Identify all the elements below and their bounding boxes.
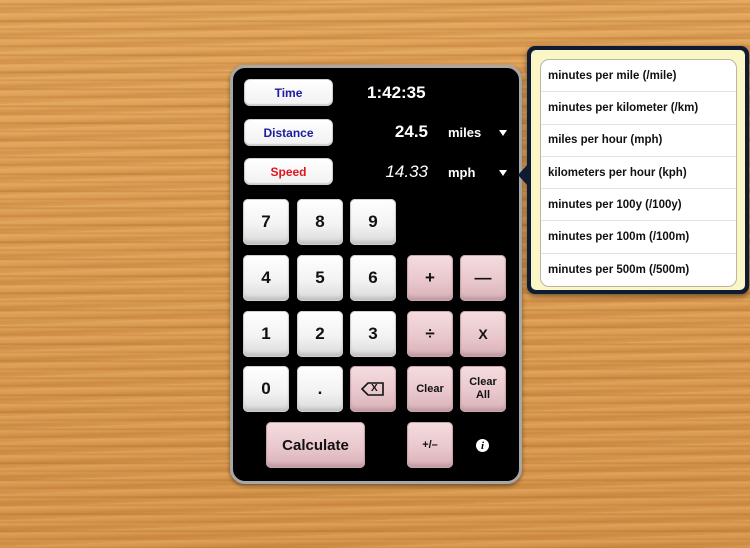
backspace-button[interactable]: X bbox=[350, 366, 396, 412]
distance-value: 24.5 bbox=[394, 122, 428, 141]
speed-unit-popover: minutes per mile (/mile) minutes per kil… bbox=[518, 46, 749, 294]
backspace-icon-glyph: X bbox=[371, 383, 378, 394]
clear-button[interactable]: Clear bbox=[407, 366, 453, 412]
key-decimal[interactable]: . bbox=[297, 366, 343, 412]
time-value: 1:42:35 bbox=[367, 83, 426, 102]
time-button[interactable]: Time bbox=[244, 79, 333, 106]
clear-all-line1: Clear bbox=[469, 376, 497, 388]
info-icon[interactable]: i bbox=[476, 439, 489, 452]
key-4[interactable]: 4 bbox=[243, 255, 289, 301]
speed-unit-chevron-down-icon[interactable] bbox=[499, 170, 507, 176]
key-1[interactable]: 1 bbox=[243, 311, 289, 357]
backspace-icon: X bbox=[361, 382, 385, 396]
key-7[interactable]: 7 bbox=[243, 199, 289, 245]
speed-unit-option-min-per-km[interactable]: minutes per kilometer (/km) bbox=[541, 92, 736, 125]
time-button-label: Time bbox=[274, 85, 303, 100]
calculator-panel: Time 1:42:35 Distance 24.5 miles Speed 1… bbox=[230, 65, 522, 484]
speed-unit-option-min-per-500m[interactable]: minutes per 500m (/500m) bbox=[541, 254, 736, 286]
key-3[interactable]: 3 bbox=[350, 311, 396, 357]
speed-button-label: Speed bbox=[270, 164, 307, 179]
distance-button-label: Distance bbox=[263, 125, 314, 140]
calculate-button[interactable]: Calculate bbox=[266, 422, 365, 468]
speed-unit-option-min-per-100m[interactable]: minutes per 100m (/100m) bbox=[541, 221, 736, 254]
key-5[interactable]: 5 bbox=[297, 255, 343, 301]
clear-all-line2: All bbox=[475, 389, 491, 401]
speed-unit-option-min-per-100y[interactable]: minutes per 100y (/100y) bbox=[541, 189, 736, 222]
key-6[interactable]: 6 bbox=[350, 255, 396, 301]
key-2[interactable]: 2 bbox=[297, 311, 343, 357]
speed-unit-option-mph[interactable]: miles per hour (mph) bbox=[541, 125, 736, 157]
minus-button[interactable]: — bbox=[460, 255, 506, 301]
key-9[interactable]: 9 bbox=[350, 199, 396, 245]
distance-unit-chevron-down-icon[interactable] bbox=[499, 130, 507, 136]
sign-toggle-button[interactable]: +/– bbox=[407, 422, 453, 468]
clear-all-button[interactable]: Clear All bbox=[460, 366, 506, 412]
key-0[interactable]: 0 bbox=[243, 366, 289, 412]
divide-button[interactable]: ÷ bbox=[407, 311, 453, 357]
key-8[interactable]: 8 bbox=[297, 199, 343, 245]
speed-unit-list: minutes per mile (/mile) minutes per kil… bbox=[540, 59, 737, 288]
speed-unit-option-kph[interactable]: kilometers per hour (kph) bbox=[541, 157, 736, 190]
speed-value: 14.33 bbox=[385, 162, 428, 181]
popover-arrow bbox=[518, 164, 528, 186]
distance-unit-selector[interactable]: miles bbox=[448, 125, 481, 140]
plus-button[interactable]: + bbox=[407, 255, 453, 301]
speed-unit-selector[interactable]: mph bbox=[448, 165, 475, 180]
speed-unit-option-min-per-mile[interactable]: minutes per mile (/mile) bbox=[541, 60, 736, 93]
popover-content: minutes per mile (/mile) minutes per kil… bbox=[531, 50, 745, 290]
multiply-button[interactable]: X bbox=[460, 311, 506, 357]
